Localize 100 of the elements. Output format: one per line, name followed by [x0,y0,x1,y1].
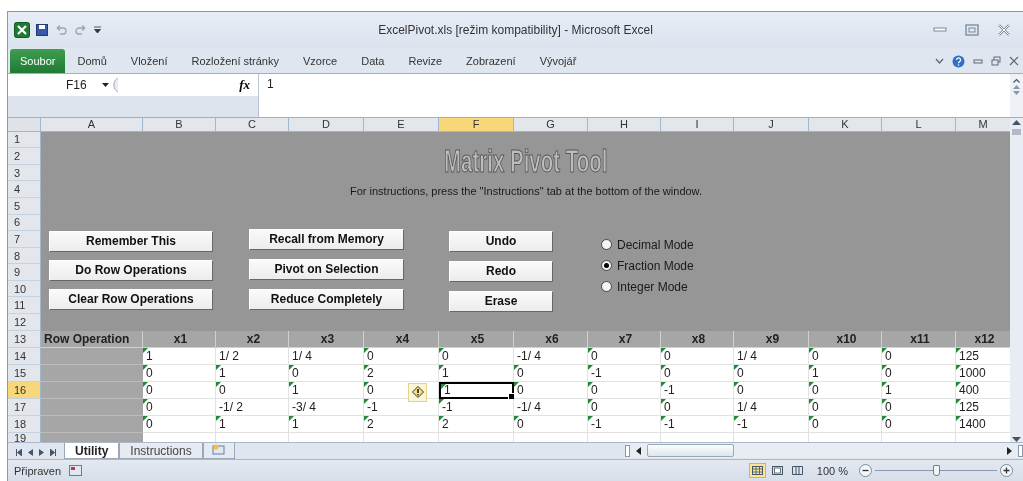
radio-button[interactable] [601,239,612,251]
minimize-button[interactable] [933,27,947,33]
table-cell[interactable]: 0 [588,347,661,365]
ribbon-tab[interactable]: Revize [396,49,455,74]
table-cell[interactable]: -1 [661,415,734,433]
macro-button[interactable]: Do Row Operations [49,259,213,281]
insert-function-button[interactable]: fx [239,77,250,94]
insert-sheet-button[interactable] [202,443,235,460]
row-header[interactable]: 9 [8,264,41,281]
table-cell[interactable]: 2 [364,415,439,433]
macro-button[interactable]: Remember This [49,230,213,252]
ribbon-tab[interactable]: Vývojář [527,49,589,74]
table-cell[interactable]: 1 [289,415,364,433]
macro-button[interactable]: Recall from Memory [249,228,404,250]
table-cell[interactable]: 0 [514,381,588,399]
table-cell[interactable]: 0 [143,398,216,416]
maximize-button[interactable] [965,23,979,36]
table-cell[interactable]: 0 [514,364,588,382]
table-cell[interactable]: 2 [364,364,439,382]
table-cell[interactable]: 1 [216,415,289,433]
mode-radio[interactable]: Integer Mode [601,279,694,294]
table-cell[interactable]: -1 [734,415,809,433]
table-cell[interactable]: 1/ 4 [734,398,809,416]
table-cell[interactable]: -3/ 4 [289,398,364,416]
macro-button[interactable]: Clear Row Operations [49,288,213,310]
table-cell[interactable]: 0 [882,347,956,365]
zoom-in-button[interactable] [1000,464,1013,478]
row-header[interactable]: 4 [8,181,41,198]
ribbon-tab[interactable]: Rozložení stránky [179,49,291,74]
table-cell[interactable]: 1 [882,381,956,399]
table-cell[interactable]: 0 [882,415,956,433]
scroll-thumb[interactable] [647,444,734,458]
zoom-slider-thumb[interactable] [933,465,940,477]
file-tab[interactable]: Soubor [10,49,66,74]
table-cell[interactable]: 1 [809,364,882,382]
macro-button[interactable]: Undo [449,230,553,252]
macro-button[interactable]: Reduce Completely [249,288,404,310]
table-cell[interactable]: -1 [661,381,734,399]
table-cell[interactable]: 1 [439,364,514,382]
help-button[interactable] [952,54,965,68]
table-cell[interactable]: -1/ 2 [216,398,289,416]
table-cell[interactable]: 0 [588,398,661,416]
row-operation-cell[interactable] [41,432,143,442]
row-header[interactable]: 7 [8,231,41,248]
zoom-level[interactable]: 100 % [816,464,848,477]
table-cell[interactable]: 2 [439,415,514,433]
macro-button[interactable]: Pivot on Selection [249,258,404,280]
zoom-slider[interactable] [875,465,997,477]
close-button[interactable] [997,23,1011,36]
zoom-out-button[interactable] [859,464,872,478]
ribbon-tab[interactable]: Zobrazení [454,49,528,74]
table-cell[interactable]: 0 [661,347,734,365]
table-cell[interactable]: -1 [364,398,439,416]
undo-button[interactable] [54,24,68,35]
table-cell[interactable]: 0 [882,364,956,382]
sheet-tab[interactable]: Utility [64,443,120,460]
mode-radio[interactable]: Fraction Mode [601,258,694,273]
table-cell[interactable]: -1 [439,398,514,416]
table-cell[interactable]: 0 [588,381,661,399]
table-cell[interactable]: 0 [364,347,439,365]
table-cell[interactable]: 0 [289,364,364,382]
formula-input[interactable]: 1 [259,74,1023,117]
name-box[interactable]: F16 [8,78,92,93]
table-cell[interactable]: 1 [289,381,364,399]
table-cell[interactable]: -1/ 4 [514,347,588,365]
view-button[interactable] [748,463,766,479]
collapse-ribbon-button[interactable] [935,57,944,65]
table-cell[interactable]: 0 [882,398,956,416]
row-header[interactable]: 11 [8,297,41,315]
row-header[interactable]: 12 [8,314,41,331]
sheet-tab[interactable]: Instructions [119,443,203,460]
customize-toolbar-button[interactable] [94,25,101,34]
table-cell[interactable]: 0 [734,364,809,382]
macro-button[interactable]: Redo [449,260,553,282]
table-cell[interactable]: 0 [734,381,809,399]
table-cell[interactable]: 0 [809,347,882,365]
table-cell[interactable]: 0 [216,381,289,399]
table-cell[interactable]: 0 [143,364,216,382]
table-cell[interactable]: -1/ 4 [514,398,588,416]
workbook-minimize-button[interactable] [973,57,983,66]
table-cell[interactable]: 1/ 4 [289,347,364,365]
mode-radio[interactable]: Decimal Mode [601,237,694,252]
name-box-dropdown[interactable] [102,83,109,88]
table-cell[interactable]: 0 [143,415,216,433]
workbook-restore-button[interactable] [991,56,1001,67]
table-cell[interactable]: 0 [143,381,216,399]
redo-button[interactable] [74,24,88,35]
table-cell[interactable]: 0 [809,398,882,416]
row-header[interactable]: 2 [8,148,41,165]
table-cell[interactable]: 1/ 2 [216,347,289,365]
table-cell[interactable]: 0 [809,381,882,399]
table-cell[interactable]: 0 [661,398,734,416]
table-cell[interactable]: 1/ 4 [734,347,809,365]
table-cell[interactable]: -1 [588,364,661,382]
save-button[interactable] [36,23,48,36]
macro-button[interactable]: Erase [449,290,553,312]
radio-button[interactable] [601,260,612,272]
ribbon-tab[interactable]: Data [349,49,397,74]
table-cell[interactable]: 0 [661,364,734,382]
table-cell[interactable]: 1 [216,364,289,382]
